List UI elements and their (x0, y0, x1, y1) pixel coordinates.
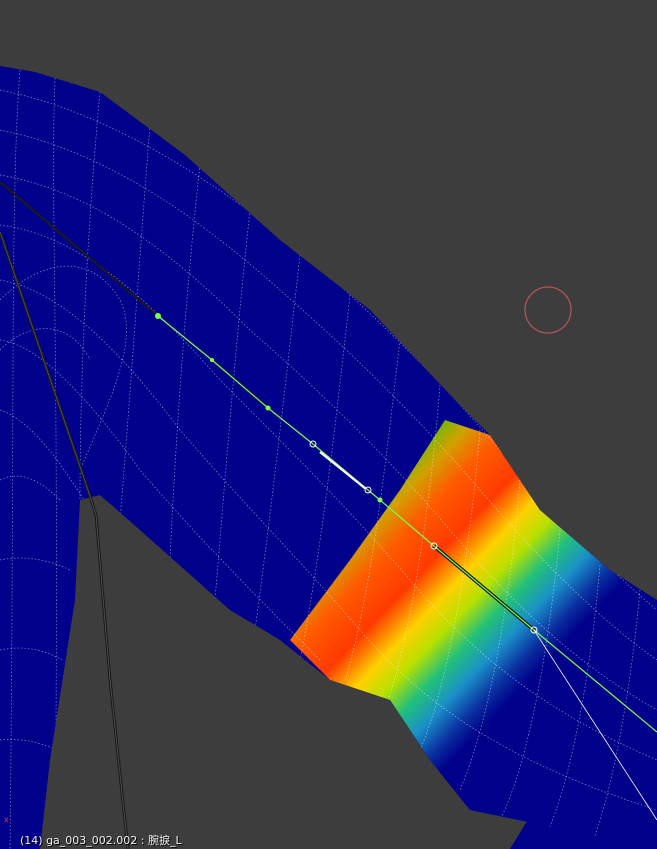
bone-joint[interactable] (210, 358, 214, 362)
brush-cursor-circle[interactable] (524, 286, 572, 334)
3d-viewport[interactable]: x (14) ga_003_002.002 : 腕捩_L (0, 0, 657, 849)
bone-joint[interactable] (265, 405, 271, 411)
viewport-scene[interactable] (0, 0, 657, 849)
bone-joint[interactable] (377, 497, 383, 503)
bone-joint[interactable] (155, 313, 161, 319)
axis-x-label: x (4, 815, 9, 824)
viewport-status-text: (14) ga_003_002.002 : 腕捩_L (20, 834, 182, 847)
